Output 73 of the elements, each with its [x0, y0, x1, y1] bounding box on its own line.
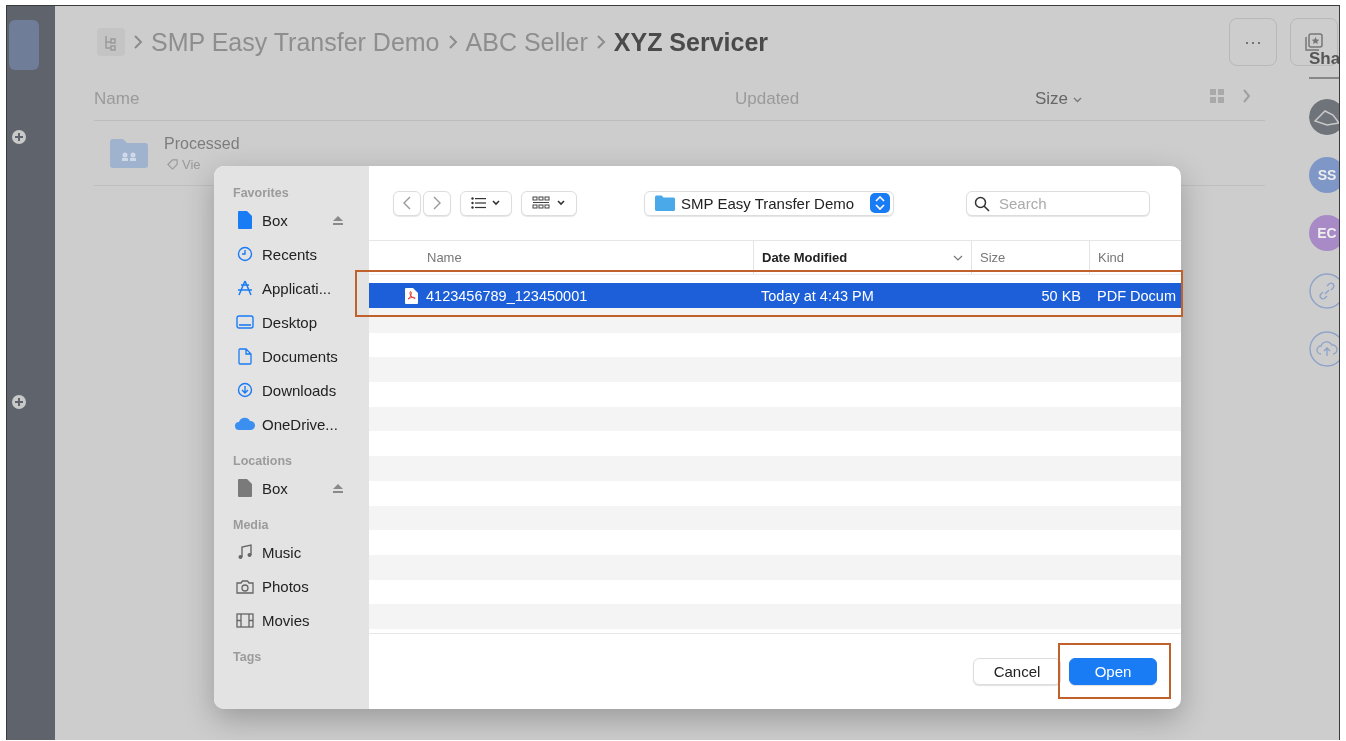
- grid-view-icon[interactable]: [1210, 89, 1224, 103]
- sidebar-item[interactable]: Movies: [233, 603, 369, 637]
- add-icon[interactable]: [11, 129, 27, 145]
- folder-tree-icon[interactable]: [97, 28, 125, 56]
- collection-button[interactable]: [1290, 18, 1338, 66]
- sidebar-item[interactable]: Desktop: [233, 305, 369, 339]
- music-note-icon: [237, 544, 253, 560]
- tag-icon: [167, 158, 178, 170]
- sidebar-item[interactable]: Box: [233, 471, 369, 505]
- forward-button[interactable]: [423, 190, 451, 216]
- file-name: 4123456789_123450001: [426, 287, 588, 304]
- grid-view-button[interactable]: [521, 190, 577, 216]
- desktop-icon: [236, 315, 254, 329]
- camera-icon: [236, 578, 254, 594]
- link-icon[interactable]: [1309, 273, 1339, 309]
- sidebar-item[interactable]: Downloads: [233, 373, 369, 407]
- sidebar-item[interactable]: Applicati...: [233, 271, 369, 305]
- cancel-button[interactable]: Cancel: [973, 658, 1061, 685]
- sidebar-item[interactable]: Recents: [233, 237, 369, 271]
- chevron-right-icon[interactable]: [1242, 89, 1251, 103]
- location-dropdown[interactable]: SMP Easy Transfer Demo: [644, 190, 894, 216]
- sidebar-item[interactable]: Documents: [233, 339, 369, 373]
- file-row[interactable]: 4123456789_123450001 Today at 4:43 PM 50 KB PDF Docum: [369, 283, 1181, 308]
- chevron-left-icon: [403, 196, 411, 210]
- sidebar-item[interactable]: Box: [233, 203, 369, 237]
- add-icon[interactable]: [11, 394, 27, 410]
- apps-icon: [236, 280, 254, 296]
- shared-folder-icon: [110, 138, 148, 168]
- grid-view-icon: [532, 196, 566, 210]
- column-header[interactable]: Kind: [1089, 241, 1181, 274]
- list-view-icon: [471, 197, 501, 209]
- avatar-icon[interactable]: [1309, 99, 1339, 135]
- folder-icon: [655, 195, 675, 211]
- column-header[interactable]: Size: [971, 241, 1089, 274]
- file-kind: PDF Docum: [1096, 287, 1177, 304]
- eject-icon[interactable]: [333, 483, 343, 493]
- column-header[interactable]: Name: [369, 241, 753, 274]
- clock-icon: [237, 246, 253, 262]
- cloud-icon: [234, 417, 256, 431]
- search-field[interactable]: Search: [966, 190, 1150, 216]
- chevron-right-icon: [433, 196, 441, 210]
- file-icon: [238, 211, 252, 229]
- sidebar-section-title: Favorites: [233, 186, 290, 200]
- breadcrumb-item: XYZ Servicer: [613, 27, 769, 57]
- back-button[interactable]: [393, 190, 421, 216]
- chevron-right-icon: [447, 34, 458, 50]
- sidebar-item[interactable]: OneDrive...: [233, 407, 369, 441]
- sidebar-item[interactable]: Music: [233, 535, 369, 569]
- open-button[interactable]: Open: [1069, 658, 1157, 685]
- chevron-right-icon: [595, 34, 606, 50]
- cloud-upload-icon[interactable]: [1309, 331, 1339, 367]
- column-header[interactable]: Date Modified: [753, 241, 971, 274]
- download-icon: [237, 382, 253, 398]
- chevron-down-icon: [953, 254, 963, 261]
- file-size: 50 KB: [1040, 287, 1082, 304]
- more-button[interactable]: ···: [1229, 18, 1277, 66]
- column-header[interactable]: Size: [1035, 89, 1083, 109]
- list-view-button[interactable]: [460, 190, 512, 216]
- eject-icon[interactable]: [333, 215, 343, 225]
- film-icon: [236, 612, 254, 628]
- starred-pages-icon: [1303, 31, 1325, 53]
- document-icon: [238, 347, 252, 365]
- sidebar-section-title: Media: [233, 518, 270, 532]
- sidebar-section-title: Locations: [233, 454, 294, 468]
- sidebar-section-title: Tags: [233, 650, 263, 664]
- pdf-file-icon: [405, 287, 418, 304]
- chevron-down-icon: [1073, 96, 1083, 103]
- chevron-right-icon: [133, 34, 143, 50]
- stepper-icon: [870, 193, 890, 213]
- app-logo-tile[interactable]: [9, 20, 39, 70]
- sidebar-item[interactable]: Photos: [233, 569, 369, 603]
- file-date: Today at 4:43 PM: [760, 287, 875, 304]
- file-icon: [238, 479, 252, 497]
